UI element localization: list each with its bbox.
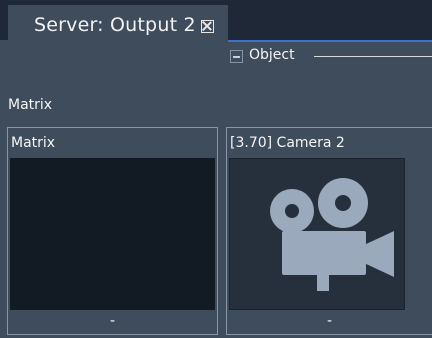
tab-server-output-2[interactable]: Server: Output 2 [8,5,228,42]
object-group-label: Object [249,47,295,63]
card-title: [3.70] Camera 2 [230,135,345,151]
section-title: Matrix [8,97,53,113]
card-title: Matrix [11,135,56,151]
card-footer-value: - [326,313,333,329]
camera-card[interactable]: [3.70] Camera 2 - [226,127,432,335]
matrix-preview[interactable] [10,158,215,310]
camera-preview[interactable] [229,158,405,310]
card-footer-value: - [109,313,116,329]
object-group-header[interactable]: Object [228,46,432,66]
group-divider [314,56,432,57]
close-icon[interactable] [201,20,214,33]
tab-title: Server: Output 2 [34,14,196,36]
collapse-icon[interactable] [230,50,243,63]
tab-bar-accent-line [228,40,432,42]
matrix-card[interactable]: Matrix - [7,127,218,335]
video-camera-icon [270,178,394,291]
